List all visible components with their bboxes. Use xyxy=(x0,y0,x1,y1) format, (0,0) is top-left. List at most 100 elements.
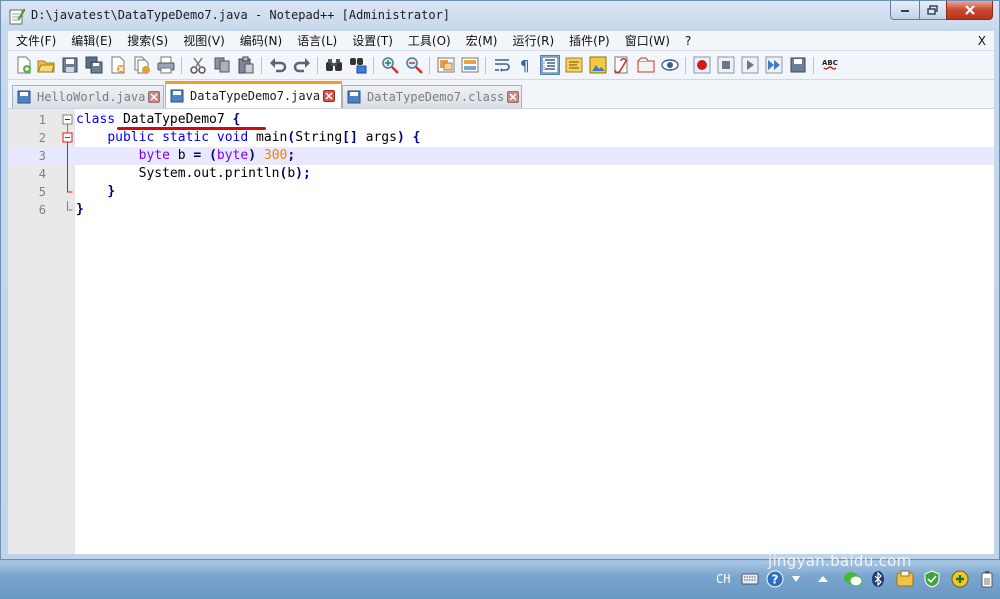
menu-encoding[interactable]: 编码(N) xyxy=(232,31,289,51)
code-line: 5 } xyxy=(8,183,994,201)
menu-file[interactable]: 文件(F) xyxy=(8,31,63,51)
fold-collapse-icon[interactable] xyxy=(62,111,73,129)
new-file-icon[interactable] xyxy=(14,55,34,75)
user-lang-icon[interactable] xyxy=(564,55,584,75)
paste-icon[interactable] xyxy=(236,55,256,75)
baidu-watermark-logo: Bai u 经验 xyxy=(765,493,957,550)
code-line: 6 } xyxy=(8,201,994,219)
show-hidden-icons-icon[interactable] xyxy=(816,569,830,589)
help-icon[interactable]: ? xyxy=(765,569,785,589)
cut-icon[interactable] xyxy=(188,55,208,75)
record-macro-icon[interactable] xyxy=(692,55,712,75)
word-wrap-icon[interactable] xyxy=(492,55,512,75)
fold-end-marker xyxy=(67,201,73,211)
sync-vertical-icon[interactable] xyxy=(436,55,456,75)
fold-end-marker xyxy=(67,183,73,193)
menu-plugins[interactable]: 插件(P) xyxy=(561,31,617,51)
bluetooth-icon[interactable] xyxy=(870,569,886,589)
tab-datatypedemo7-class[interactable]: DataTypeDemo7.class xyxy=(342,85,522,108)
line-number: 1 xyxy=(38,113,46,127)
close-all-icon[interactable] xyxy=(132,55,152,75)
wechat-icon[interactable] xyxy=(842,569,864,589)
menu-search[interactable]: 搜索(S) xyxy=(119,31,175,51)
code-editor[interactable]: 1 class DataTypeDemo7 { 2 public static … xyxy=(8,108,994,554)
monitoring-icon[interactable] xyxy=(660,55,680,75)
indent-guide-icon[interactable] xyxy=(540,55,560,75)
spell-check-icon[interactable]: ABC xyxy=(820,55,840,75)
fold-collapse-icon[interactable] xyxy=(62,129,73,147)
menu-run[interactable]: 运行(R) xyxy=(504,31,561,51)
close-tab-icon[interactable] xyxy=(148,91,161,103)
find-icon[interactable] xyxy=(324,55,344,75)
tab-label: HelloWorld.java xyxy=(37,90,146,104)
add-plus-icon[interactable] xyxy=(950,569,970,589)
doc-map-icon[interactable] xyxy=(588,55,608,75)
function-list-icon[interactable] xyxy=(612,55,632,75)
folder-workspace-icon[interactable] xyxy=(636,55,656,75)
menu-tools[interactable]: 工具(O) xyxy=(400,31,458,51)
battery-icon[interactable] xyxy=(978,569,996,589)
saved-file-icon xyxy=(170,89,184,103)
tab-strip: HelloWorld.java DataTypeDemo7.java DataT… xyxy=(8,80,994,108)
line-number: 2 xyxy=(38,131,46,145)
security-app-icon[interactable] xyxy=(895,569,915,589)
toolbar-separator xyxy=(685,57,686,74)
save-macro-icon[interactable] xyxy=(788,55,808,75)
code-line-current: 3 byte b = (byte) 300; xyxy=(8,147,994,165)
sync-horizontal-icon[interactable] xyxy=(460,55,480,75)
saved-file-icon xyxy=(17,90,31,104)
close-icon[interactable] xyxy=(108,55,128,75)
zoom-in-icon[interactable] xyxy=(380,55,400,75)
save-all-icon[interactable] xyxy=(84,55,104,75)
line-number: 6 xyxy=(38,203,46,217)
shield-icon[interactable] xyxy=(922,569,942,589)
toolbar-separator xyxy=(485,57,486,74)
keyboard-icon[interactable] xyxy=(740,569,760,589)
menu-help[interactable]: ? xyxy=(677,31,698,51)
restore-icon xyxy=(927,5,938,15)
menu-settings[interactable]: 设置(T) xyxy=(344,31,400,51)
menu-edit[interactable]: 编辑(E) xyxy=(63,31,119,51)
close-window-button[interactable] xyxy=(946,1,993,20)
undo-icon[interactable] xyxy=(268,55,288,75)
annotation-underline xyxy=(117,127,266,130)
toolbar-separator xyxy=(429,57,430,74)
toolbar-separator xyxy=(373,57,374,74)
tab-helloworld-java[interactable]: HelloWorld.java xyxy=(12,85,164,108)
save-icon[interactable] xyxy=(60,55,80,75)
replace-icon[interactable] xyxy=(348,55,368,75)
code-text: } xyxy=(76,202,84,217)
fold-line-marker xyxy=(67,165,68,183)
svg-text:¶: ¶ xyxy=(520,57,530,74)
close-window-icon xyxy=(964,5,975,15)
minimize-button[interactable] xyxy=(890,1,920,20)
close-tab-icon[interactable] xyxy=(323,90,336,102)
zoom-out-icon[interactable] xyxy=(404,55,424,75)
input-language-indicator[interactable]: CH xyxy=(716,569,730,589)
close-document-menu-button[interactable]: X xyxy=(978,31,986,51)
redo-icon[interactable] xyxy=(292,55,312,75)
toolbar-separator xyxy=(181,57,182,74)
run-macro-multiple-icon[interactable] xyxy=(764,55,784,75)
menu-view[interactable]: 视图(V) xyxy=(175,31,232,51)
title-bar[interactable]: D:\javatest\DataTypeDemo7.java - Notepad… xyxy=(1,1,1000,31)
print-icon[interactable] xyxy=(156,55,176,75)
stop-record-icon[interactable] xyxy=(716,55,736,75)
tab-datatypedemo7-java[interactable]: DataTypeDemo7.java xyxy=(165,81,342,108)
close-tab-icon[interactable] xyxy=(507,91,520,103)
show-all-chars-icon[interactable]: ¶ xyxy=(516,55,536,75)
dropdown-arrow-icon[interactable] xyxy=(790,569,802,589)
maximize-button[interactable] xyxy=(919,1,947,20)
window-title: D:\javatest\DataTypeDemo7.java - Notepad… xyxy=(31,8,451,22)
playback-icon[interactable] xyxy=(740,55,760,75)
notepadpp-window: D:\javatest\DataTypeDemo7.java - Notepad… xyxy=(0,0,1000,560)
line-number: 3 xyxy=(38,149,46,163)
menu-language[interactable]: 语言(L) xyxy=(289,31,344,51)
menu-window[interactable]: 窗口(W) xyxy=(617,31,677,51)
copy-icon[interactable] xyxy=(212,55,232,75)
menu-macro[interactable]: 宏(M) xyxy=(458,31,505,51)
code-text: } xyxy=(107,184,116,199)
open-file-icon[interactable] xyxy=(36,55,56,75)
code-text: System.out.println(b); xyxy=(76,166,311,181)
watermark-url: jingyan.baidu.com xyxy=(768,552,912,570)
